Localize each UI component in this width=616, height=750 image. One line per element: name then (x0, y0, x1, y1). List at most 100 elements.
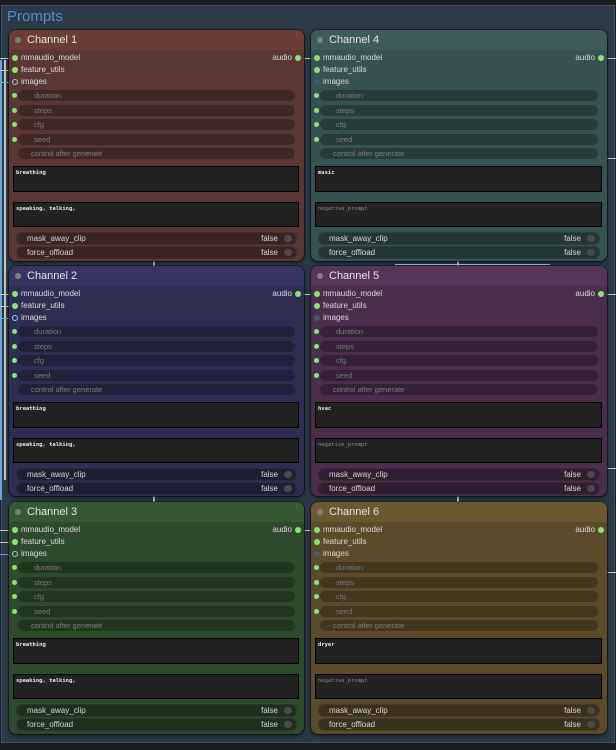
output-pin-icon[interactable] (598, 527, 604, 533)
widget-control-after-generate[interactable]: control after generate (18, 384, 295, 395)
input-slot-feature_utils[interactable]: feature_utils (314, 300, 367, 312)
widget-control-after-generate[interactable]: control after generate (18, 148, 295, 159)
input-pin-icon[interactable] (12, 527, 18, 533)
input-pin-icon[interactable] (314, 55, 320, 61)
input-slot-mmaudio_model[interactable]: mmaudio_model (314, 288, 382, 300)
input-slot-feature_utils[interactable]: feature_utils (12, 300, 65, 312)
input-slot-mmaudio_model[interactable]: mmaudio_model (12, 524, 80, 536)
widget-duration[interactable]: duration (314, 562, 598, 573)
input-slot-images[interactable]: images (12, 76, 47, 88)
collapse-dot-icon[interactable] (15, 37, 21, 43)
input-slot-images[interactable]: images (314, 548, 349, 560)
node-header[interactable]: Channel 1 (9, 30, 304, 50)
node-header[interactable]: Channel 2 (9, 266, 304, 286)
widget-control-after-generate[interactable]: control after generate (320, 620, 598, 631)
widget-pin-icon[interactable] (12, 372, 17, 378)
toggle-force_offload[interactable]: force_offload false (16, 246, 297, 259)
input-slot-feature_utils[interactable]: feature_utils (12, 64, 65, 76)
toggle-mask_away_clip[interactable]: mask_away_clip false (16, 704, 297, 717)
output-slot-audio[interactable]: audio (575, 52, 604, 64)
node-channel-3[interactable]: Channel 3 mmaudio_model feature_utils image… (9, 502, 304, 734)
input-pin-icon[interactable] (12, 303, 18, 309)
widget-pin-icon[interactable] (314, 93, 319, 98)
widget-steps[interactable]: steps (12, 576, 295, 588)
prompt-textarea[interactable]: breathing (13, 166, 299, 192)
input-slot-feature_utils[interactable]: feature_utils (12, 536, 65, 548)
input-pin-icon[interactable] (314, 303, 320, 309)
input-pin-icon[interactable] (12, 55, 18, 61)
toggle-knob-icon[interactable] (284, 721, 292, 728)
widget-control-after-generate[interactable]: control after generate (320, 384, 598, 395)
input-pin-icon[interactable] (12, 67, 18, 73)
collapse-dot-icon[interactable] (317, 37, 323, 43)
input-slot-feature_utils[interactable]: feature_utils (314, 536, 367, 548)
toggle-knob-icon[interactable] (587, 471, 595, 478)
input-slot-images[interactable]: images (314, 312, 349, 324)
widget-pin-icon[interactable] (314, 358, 319, 363)
toggle-knob-icon[interactable] (587, 721, 595, 728)
node-header[interactable]: Channel 3 (9, 502, 304, 522)
widget-seed[interactable]: seed (314, 605, 598, 617)
toggle-mask_away_clip[interactable]: mask_away_clip false (318, 232, 600, 245)
output-pin-icon[interactable] (295, 291, 301, 297)
node-header[interactable]: Channel 4 (311, 30, 607, 50)
widget-control-after-generate[interactable]: control after generate (320, 148, 598, 159)
node-channel-5[interactable]: Channel 5 mmaudio_model feature_utils image… (311, 266, 607, 496)
widget-pin-icon[interactable] (314, 122, 319, 127)
widget-pin-icon[interactable] (12, 329, 17, 334)
prompt-textarea[interactable]: breathing (13, 402, 299, 428)
prompt-textarea[interactable]: hvac (315, 402, 602, 428)
node-channel-1[interactable]: Channel 1 mmaudio_model feature_utils image… (9, 30, 304, 261)
widget-pin-icon[interactable] (12, 608, 17, 614)
widget-duration[interactable]: duration (12, 562, 295, 573)
widget-cfg[interactable]: cfg (12, 591, 295, 602)
negative-prompt-textarea[interactable]: speaking, talking, (13, 202, 299, 227)
widget-seed[interactable]: seed (12, 369, 295, 381)
toggle-mask_away_clip[interactable]: mask_away_clip false (16, 232, 297, 245)
prompt-textarea[interactable]: breathing (13, 638, 299, 664)
widget-pin-icon[interactable] (12, 594, 17, 599)
widget-duration[interactable]: duration (314, 326, 598, 337)
node-channel-6[interactable]: Channel 6 mmaudio_model feature_utils image… (311, 502, 607, 734)
output-pin-icon[interactable] (598, 291, 604, 297)
widget-duration[interactable]: duration (12, 326, 295, 337)
output-slot-audio[interactable]: audio (575, 524, 604, 536)
toggle-knob-icon[interactable] (284, 471, 292, 478)
input-pin-icon[interactable] (314, 527, 320, 533)
widget-seed[interactable]: seed (12, 133, 295, 145)
toggle-knob-icon[interactable] (587, 249, 595, 256)
node-header[interactable]: Channel 5 (311, 266, 607, 286)
input-slot-mmaudio_model[interactable]: mmaudio_model (12, 288, 80, 300)
input-pin-icon[interactable] (12, 315, 18, 321)
toggle-force_offload[interactable]: force_offload false (318, 246, 600, 259)
input-pin-icon[interactable] (314, 67, 320, 73)
input-pin-icon[interactable] (12, 291, 18, 297)
input-pin-icon[interactable] (314, 79, 320, 85)
input-pin-icon[interactable] (12, 551, 18, 557)
widget-duration[interactable]: duration (314, 90, 598, 101)
toggle-force_offload[interactable]: force_offload false (318, 482, 600, 495)
input-pin-icon[interactable] (12, 539, 18, 545)
widget-pin-icon[interactable] (314, 343, 319, 349)
toggle-knob-icon[interactable] (284, 235, 292, 242)
toggle-knob-icon[interactable] (284, 249, 292, 256)
collapse-dot-icon[interactable] (317, 273, 323, 279)
toggle-knob-icon[interactable] (587, 707, 595, 714)
input-pin-icon[interactable] (314, 551, 320, 557)
widget-cfg[interactable]: cfg (12, 355, 295, 366)
output-pin-icon[interactable] (598, 55, 604, 61)
collapse-dot-icon[interactable] (317, 509, 323, 515)
output-slot-audio[interactable]: audio (272, 524, 301, 536)
input-slot-images[interactable]: images (12, 312, 47, 324)
input-slot-images[interactable]: images (12, 548, 47, 560)
widget-cfg[interactable]: cfg (314, 355, 598, 366)
widget-cfg[interactable]: cfg (12, 119, 295, 130)
output-slot-audio[interactable]: audio (272, 288, 301, 300)
toggle-mask_away_clip[interactable]: mask_away_clip false (318, 704, 600, 717)
input-slot-mmaudio_model[interactable]: mmaudio_model (314, 524, 382, 536)
node-header[interactable]: Channel 6 (311, 502, 607, 522)
widget-pin-icon[interactable] (12, 579, 17, 585)
widget-pin-icon[interactable] (314, 136, 319, 142)
widget-steps[interactable]: steps (314, 576, 598, 588)
widget-steps[interactable]: steps (314, 104, 598, 116)
